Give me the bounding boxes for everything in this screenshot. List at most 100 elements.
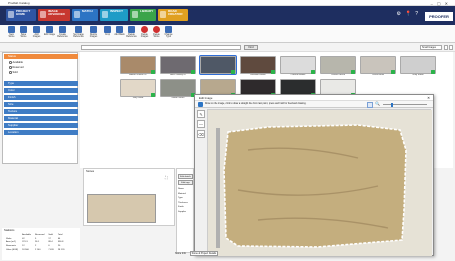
gallery-item[interactable]: Cararra Marble: [280, 56, 316, 77]
toolbar-button-crop[interactable]: Crop: [102, 26, 113, 42]
toolbar-button-add-images[interactable]: Add Images: [31, 26, 42, 42]
pen-tool-icon[interactable]: ✎: [197, 110, 205, 118]
window-controls[interactable]: –▢✕: [431, 1, 452, 6]
filter-sidebar: Status Type Color Finish Size Texture Material…: [2, 52, 78, 164]
gear-icon[interactable]: ⚙: [397, 11, 405, 17]
nav-icon: [132, 11, 138, 18]
nav-button-library[interactable]: LIBRARY: [130, 9, 156, 21]
search-input[interactable]: [81, 44, 241, 50]
gallery-item[interactable]: Indian Green: [160, 79, 196, 100]
toolbar-button-label: New Stone: [8, 33, 15, 39]
radio-button[interactable]: [9, 61, 12, 64]
statistics-row: Value (EUR) 18 560 2 140 7 420 28 120: [4, 248, 67, 252]
toolbar-button-add-mask[interactable]: Add Mask: [114, 26, 125, 42]
toolbar-button-create-reference[interactable]: Create Reference: [57, 26, 68, 42]
detail-button-edit-tags[interactable]: Edit tags: [178, 180, 193, 185]
bottom-tab-bar: Stone Info Stone & Project Details: [175, 251, 295, 258]
sidebar-section-finish[interactable]: Finish: [4, 95, 78, 100]
available-badge-icon: [151, 70, 155, 74]
available-badge-icon: [391, 70, 395, 74]
nav-button-inspect[interactable]: INSPECT: [100, 9, 128, 21]
sidebar-section-status[interactable]: Status: [4, 54, 78, 59]
view-select[interactable]: Small Images: [420, 44, 442, 50]
detail-side-panel: Edit details Edit tags Name Material Type Th…: [176, 168, 194, 253]
gallery-item[interactable]: Crema Bella: [360, 56, 396, 77]
sidebar-section-location[interactable]: Location: [4, 130, 78, 135]
gallery-item[interactable]: Black Galaxy 02: [160, 56, 196, 77]
detail-button-edit-details[interactable]: Edit details: [178, 174, 193, 179]
nav-button-label: MATCH: [82, 9, 93, 13]
toolbar-button-set-image-reference[interactable]: Set Image Reference: [73, 26, 84, 42]
tab-stone-info[interactable]: Stone Info: [175, 252, 186, 255]
nav-button-road-creator[interactable]: ROAD CREATOR: [158, 9, 188, 21]
sidebar-section-type[interactable]: Type: [4, 81, 78, 86]
nav-button-project-home[interactable]: PROJECT HOME: [6, 9, 36, 21]
freehand-tool-icon[interactable]: 〰: [197, 120, 205, 128]
sidebar-section-material[interactable]: Material: [4, 116, 78, 121]
toolbar-button-save-stone[interactable]: Save Stone: [18, 26, 29, 42]
detail-field-label: Thickness: [178, 201, 188, 204]
toolbar-button-new-stone[interactable]: New Stone: [6, 26, 17, 42]
nav-button-label: LIBRARY: [140, 9, 154, 13]
toolbar-button-label: Set Image Reference: [73, 33, 84, 39]
expand-icon[interactable]: ⛶: [165, 175, 168, 180]
sidebar-section-texture[interactable]: Texture: [4, 109, 78, 114]
sidebar-section-supplier[interactable]: Supplier: [4, 123, 78, 128]
available-badge-icon: [271, 70, 275, 74]
toolbar-button-label: Delete Stone: [153, 33, 160, 39]
nav-icon: [40, 11, 46, 18]
pin-icon[interactable]: 📍: [405, 11, 415, 17]
status-radio-sold[interactable]: Sold: [9, 71, 18, 74]
find-button[interactable]: Find: [244, 44, 258, 50]
gallery-item[interactable]: Grey Storm: [400, 56, 436, 77]
status-radio-reserved[interactable]: Reserved: [9, 66, 24, 69]
help-icon[interactable]: ?: [415, 11, 422, 17]
gallery-item[interactable]: Ivory Sand: [120, 79, 156, 100]
zoom-slider-thumb[interactable]: [391, 102, 393, 107]
list-view-icon[interactable]: [449, 44, 453, 50]
detail-field-label: Supplier: [178, 210, 187, 213]
sidebar-section-color[interactable]: Color: [4, 88, 78, 93]
sidebar-section-size[interactable]: Size: [4, 102, 78, 107]
radio-label: Available: [12, 61, 23, 64]
zoom-slider[interactable]: [383, 104, 427, 105]
toolbar-button-delete-images[interactable]: Delete Images: [139, 26, 150, 42]
gallery-item[interactable]: Brazilian Brown: [240, 56, 276, 77]
gallery-item[interactable]: Blue Pearl 03: [199, 55, 237, 77]
nav-button-match[interactable]: MATCH: [72, 9, 98, 21]
toolbar-button-label: Resize Images: [89, 33, 98, 39]
gallery-item[interactable]: Amber Granite 01: [120, 56, 156, 77]
radio-button[interactable]: [9, 71, 12, 74]
toolbar-button-edit-image[interactable]: Edit Image: [44, 26, 55, 42]
tab-stone-project-details[interactable]: Stone & Project Details: [189, 251, 219, 256]
status-radio-available[interactable]: Available: [9, 61, 23, 64]
toolbar-button-label: Delete Images: [140, 33, 149, 39]
detail-field-label: Material: [178, 192, 186, 195]
toolbar-button-resize-images[interactable]: Resize Images: [88, 26, 99, 42]
radio-label: Reserved: [12, 66, 24, 69]
toolbar-button-delete-stone[interactable]: Delete Stone: [151, 26, 162, 42]
available-badge-icon: [191, 70, 195, 74]
toolbar-icon: [46, 26, 53, 33]
toolbar-button-label: Add Images: [32, 33, 41, 39]
image-canvas[interactable]: [207, 109, 432, 256]
available-badge-icon: [151, 93, 155, 97]
eraser-tool-icon[interactable]: ⌫: [197, 130, 205, 138]
nav-button-image-advanced[interactable]: IMAGE ADVANCED: [38, 9, 70, 21]
toolbar-button-delete-reference[interactable]: Delete Reference: [126, 26, 137, 42]
toolbar-icon: [90, 26, 97, 33]
dialog-close-icon[interactable]: ✕: [427, 96, 430, 100]
toolbar-icon: [116, 26, 123, 33]
fit-view-icon[interactable]: [367, 101, 373, 108]
company-logo: PROOFER: [425, 12, 453, 21]
stone-slab-image[interactable]: [208, 110, 432, 256]
radio-button[interactable]: [9, 66, 12, 69]
toolbar-button-change-type[interactable]: Change Type: [163, 26, 174, 42]
thumbnail-caption: Cararra Marble: [290, 74, 306, 76]
grid-view-icon[interactable]: [444, 44, 448, 50]
nav-icon: [74, 11, 80, 18]
gallery-item[interactable]: Coastal Green: [320, 56, 356, 77]
nav-icons[interactable]: ⚙📍?: [397, 11, 423, 17]
zoom-icon[interactable]: 🔍: [375, 101, 380, 106]
dialog-hint-bar: Draw on the image, click to draw a strai…: [195, 101, 433, 108]
